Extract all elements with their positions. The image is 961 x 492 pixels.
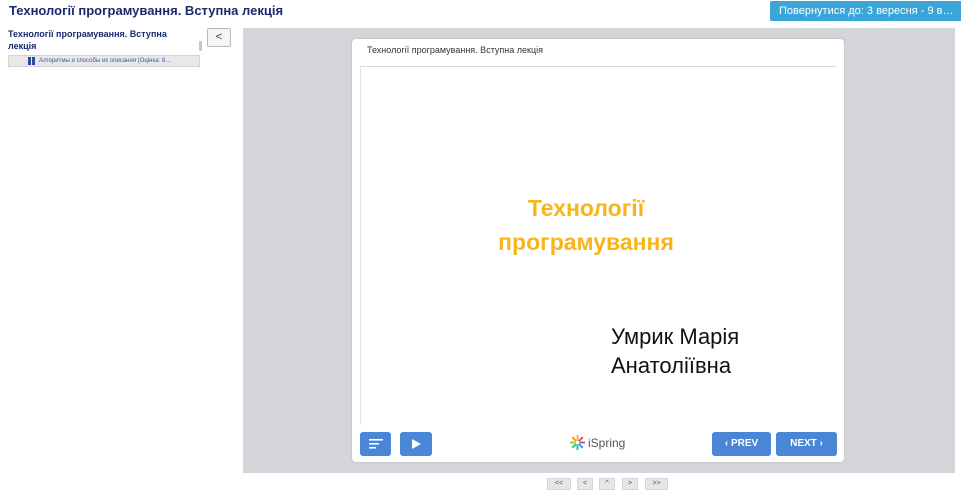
pager-first-button[interactable]: << [547,478,571,490]
chevron-right-icon: › [819,438,823,449]
chevron-left-icon: ‹ [724,438,729,449]
next-button[interactable]: NEXT › [776,432,837,456]
collapse-sidebar-button[interactable]: < [207,28,231,47]
progress-bar-icon [28,57,37,65]
prev-label: PREV [730,438,759,449]
slide-heading: Технології програмування [361,191,811,259]
play-button[interactable] [400,432,432,456]
play-icon [411,439,421,449]
author-line-2: Анатоліївна [611,353,732,378]
toc-scrollbar[interactable] [199,41,202,51]
pager-up-button[interactable]: ^ [599,478,615,490]
menu-list-icon [368,439,383,449]
prev-button[interactable]: ‹ PREV [712,432,771,456]
ispring-brand: iSpring [588,435,626,450]
toc-item[interactable]: Алгоритмы и способы их описания (Оцінка:… [8,55,200,67]
author-line-1: Умрик Марія [611,324,740,349]
pager-prev-button[interactable]: < [577,478,593,490]
ispring-logo: iSpring [570,435,625,450]
page-title: Технології програмування. Вступна лекція [9,3,284,18]
pager-last-button[interactable]: >> [645,478,668,490]
toc-item-label: Алгоритмы и способы их описания (Оцінка:… [39,58,172,64]
ispring-flower-icon [570,435,585,450]
next-label: NEXT [790,438,817,449]
slide-heading-line-2: програмування [498,229,674,255]
player-title: Технології програмування. Вступна лекція [367,45,543,55]
return-label: Повернутися до: 3 вересня - 9 в… [779,5,954,17]
slide[interactable]: Технології програмування Умрик Марія Ана… [360,67,837,425]
slide-heading-line-1: Технології [527,195,645,221]
slide-author: Умрик Марія Анатоліївна [611,322,739,380]
table-of-contents: Технології програмування. Вступна лекція… [8,28,204,67]
outline-menu-button[interactable] [360,432,391,456]
return-to-course-button[interactable]: Повернутися до: 3 вересня - 9 в… ◂ [770,1,961,21]
pager-next-button[interactable]: > [622,478,638,490]
presentation-player: Технології програмування. Вступна лекція… [352,39,844,462]
toc-title[interactable]: Технології програмування. Вступна лекція [8,28,193,52]
